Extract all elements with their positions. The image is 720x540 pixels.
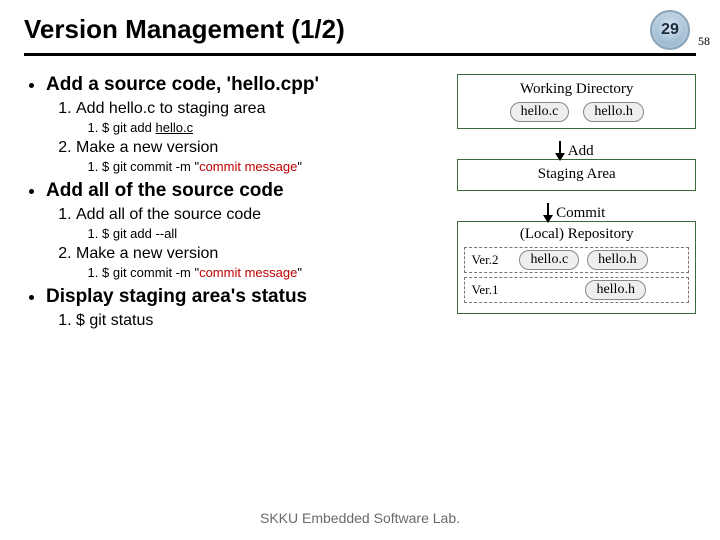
- file-hello-c: hello.c: [510, 102, 570, 122]
- steps-list: $ git status: [46, 312, 441, 330]
- cmd-list: $ git add --all: [76, 226, 441, 241]
- arrow-add-row: Add: [457, 131, 696, 159]
- cmd-commit-message: commit message: [199, 265, 297, 280]
- version-2-row: Ver.2 hello.c hello.h: [464, 247, 689, 273]
- cmd-git-commit: $ git commit -m "commit message": [102, 159, 441, 174]
- staging-area-box: Staging Area: [457, 159, 696, 191]
- step-add-all: Add all of the source code $ git add --a…: [76, 206, 441, 241]
- cmd-list: $ git commit -m "commit message": [76, 265, 441, 280]
- arrow-commit-row: Commit: [457, 193, 696, 221]
- version-name: Ver.1: [471, 282, 511, 298]
- bullet-add-source: Add a source code, 'hello.cpp' Add hello…: [46, 74, 441, 174]
- step-make-version: Make a new version $ git commit -m "comm…: [76, 139, 441, 174]
- repository-box: (Local) Repository Ver.2 hello.c hello.h…: [457, 221, 696, 314]
- bullet-title: Add all of the source code: [46, 180, 284, 201]
- page-number: 29: [661, 21, 679, 39]
- footer-text: SKKU Embedded Software Lab.: [0, 510, 720, 526]
- cmd-list: $ git commit -m "commit message": [76, 159, 441, 174]
- cmd-git-add-all: $ git add --all: [102, 226, 441, 241]
- file-hello-c: hello.c: [519, 250, 579, 270]
- version-1-row: Ver.1 hello.h: [464, 277, 689, 303]
- bullet-add-all: Add all of the source code Add all of th…: [46, 180, 441, 280]
- title-underline: [24, 53, 696, 56]
- cmd-commit-message: commit message: [199, 159, 297, 174]
- repository-label: (Local) Repository: [464, 226, 689, 243]
- bullet-list: Add a source code, 'hello.cpp' Add hello…: [24, 74, 441, 330]
- sub-page-number: 58: [698, 34, 710, 49]
- bullet-title: Add a source code, 'hello.cpp': [46, 74, 319, 95]
- diagram-column: Working Directory hello.c hello.h Add St…: [457, 74, 696, 336]
- working-directory-box: Working Directory hello.c hello.h: [457, 74, 696, 129]
- cmd-git-commit: $ git commit -m "commit message": [102, 265, 441, 280]
- step-text: Make a new version: [76, 245, 218, 262]
- cmd-prefix: $ git commit -m ": [102, 265, 199, 280]
- cmd-suffix: ": [297, 159, 302, 174]
- cmd-list: $ git add hello.c: [76, 120, 441, 135]
- steps-list: Add hello.c to staging area $ git add he…: [46, 100, 441, 174]
- step-text: Add hello.c to staging area: [76, 100, 265, 117]
- step-add-to-staging: Add hello.c to staging area $ git add he…: [76, 100, 441, 135]
- staging-area-label: Staging Area: [468, 166, 685, 183]
- steps-list: Add all of the source code $ git add --a…: [46, 206, 441, 280]
- outline-column: Add a source code, 'hello.cpp' Add hello…: [24, 74, 441, 336]
- slide: 29 58 Version Management (1/2) Add a sou…: [0, 0, 720, 540]
- arrow-commit-label: Commit: [556, 205, 605, 222]
- cmd-git-status: $ git status: [76, 312, 441, 330]
- cmd-git-add-file: $ git add hello.c: [102, 120, 441, 135]
- cmd-prefix: $ git commit -m ": [102, 159, 199, 174]
- file-hello-h: hello.h: [583, 102, 644, 122]
- bullet-status: Display staging area's status $ git stat…: [46, 286, 441, 330]
- step-text: Add all of the source code: [76, 206, 261, 223]
- cmd-suffix: ": [297, 265, 302, 280]
- file-hello-h: hello.h: [585, 280, 646, 300]
- file-row: hello.c hello.h: [468, 102, 685, 122]
- page-title: Version Management (1/2): [24, 14, 696, 45]
- file-hello-h: hello.h: [587, 250, 648, 270]
- content-area: Add a source code, 'hello.cpp' Add hello…: [24, 74, 696, 336]
- bullet-title: Display staging area's status: [46, 286, 307, 307]
- working-directory-label: Working Directory: [468, 81, 685, 98]
- cmd-prefix: $ git add: [102, 120, 156, 135]
- page-number-badge: 29: [650, 10, 690, 50]
- step-make-version: Make a new version $ git commit -m "comm…: [76, 245, 441, 280]
- version-name: Ver.2: [471, 252, 511, 268]
- cmd-arg: hello.c: [156, 120, 194, 135]
- step-text: Make a new version: [76, 139, 218, 156]
- arrow-add-label: Add: [568, 143, 594, 160]
